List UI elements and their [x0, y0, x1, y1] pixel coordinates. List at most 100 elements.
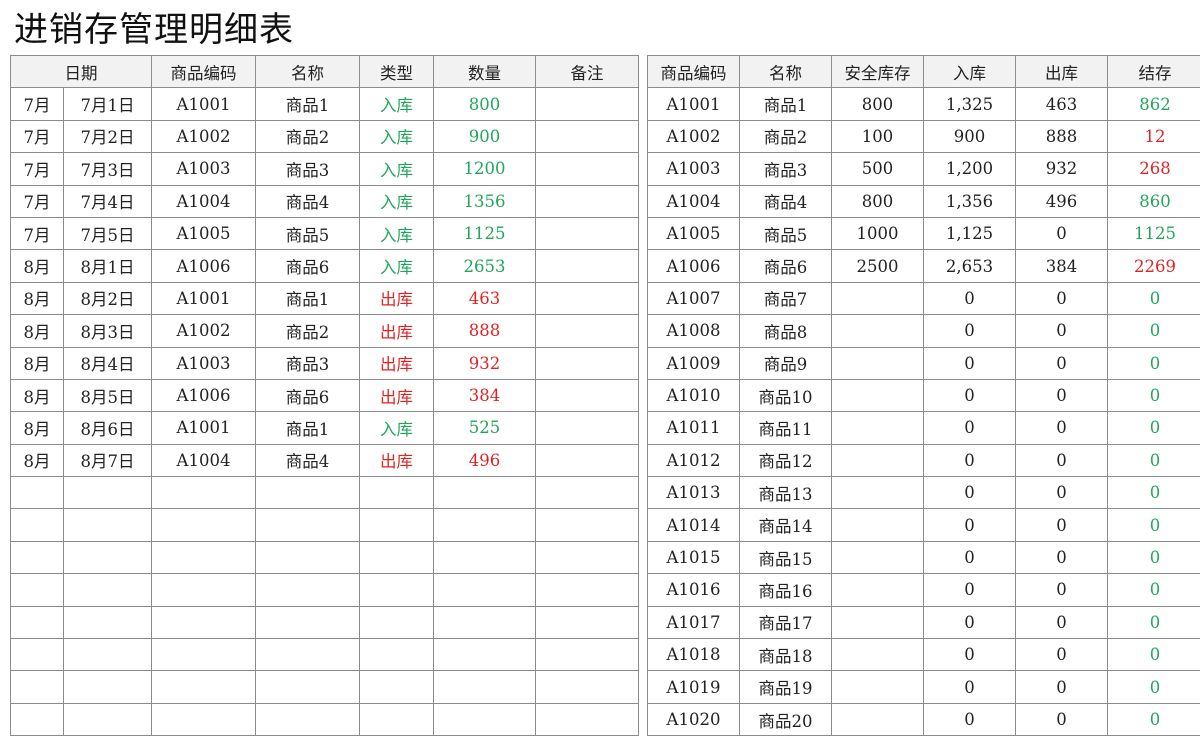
- type-cell[interactable]: 出库: [359, 346, 434, 380]
- type-cell[interactable]: 出库: [359, 378, 434, 413]
- product-code-cell[interactable]: A1003: [647, 152, 740, 186]
- product-code-cell[interactable]: [151, 605, 256, 640]
- stock-out-cell[interactable]: 0: [1015, 702, 1108, 736]
- month-cell[interactable]: 8月: [10, 281, 64, 316]
- name-cell[interactable]: 商品4: [739, 184, 832, 218]
- name-cell[interactable]: 商品16: [739, 573, 832, 607]
- name-cell[interactable]: 商品1: [255, 281, 360, 316]
- header-stock-out[interactable]: 出库: [1015, 54, 1108, 89]
- type-cell[interactable]: [359, 605, 434, 640]
- quantity-cell[interactable]: [433, 702, 536, 736]
- header-name[interactable]: 名称: [255, 54, 360, 89]
- date-cell[interactable]: 8月5日: [63, 378, 152, 413]
- product-code-cell[interactable]: A1007: [647, 281, 740, 316]
- quantity-cell[interactable]: 1200: [433, 152, 536, 186]
- remark-cell[interactable]: [535, 184, 639, 218]
- stock-in-cell[interactable]: 0: [923, 411, 1016, 445]
- remark-cell[interactable]: [535, 573, 639, 607]
- safety-stock-cell[interactable]: 1000: [831, 216, 924, 251]
- stock-in-cell[interactable]: 0: [923, 443, 1016, 478]
- stock-out-cell[interactable]: 0: [1015, 573, 1108, 607]
- month-cell[interactable]: [10, 508, 64, 542]
- name-cell[interactable]: [255, 573, 360, 607]
- quantity-cell[interactable]: 496: [433, 443, 536, 478]
- quantity-cell[interactable]: 463: [433, 281, 536, 316]
- stock-out-cell[interactable]: 0: [1015, 411, 1108, 445]
- product-code-cell[interactable]: [151, 638, 256, 672]
- stock-out-cell[interactable]: 0: [1015, 508, 1108, 542]
- header-balance[interactable]: 结存: [1107, 54, 1200, 89]
- remark-cell[interactable]: [535, 443, 639, 478]
- product-code-cell[interactable]: A1002: [647, 119, 740, 154]
- stock-out-cell[interactable]: 0: [1015, 314, 1108, 348]
- remark-cell[interactable]: [535, 119, 639, 154]
- safety-stock-cell[interactable]: [831, 540, 924, 575]
- name-cell[interactable]: 商品6: [255, 249, 360, 283]
- header-product-code[interactable]: 商品编码: [647, 54, 740, 89]
- product-code-cell[interactable]: A1002: [151, 119, 256, 154]
- stock-out-cell[interactable]: 0: [1015, 476, 1108, 510]
- name-cell[interactable]: 商品2: [255, 314, 360, 348]
- remark-cell[interactable]: [535, 281, 639, 316]
- product-code-cell[interactable]: A1018: [647, 638, 740, 672]
- remark-cell[interactable]: [535, 670, 639, 704]
- product-code-cell[interactable]: A1020: [647, 702, 740, 736]
- month-cell[interactable]: [10, 702, 64, 736]
- date-cell[interactable]: [63, 605, 152, 640]
- balance-cell[interactable]: 0: [1107, 314, 1200, 348]
- safety-stock-cell[interactable]: [831, 378, 924, 413]
- date-cell[interactable]: 7月2日: [63, 119, 152, 154]
- name-cell[interactable]: 商品1: [739, 87, 832, 121]
- type-cell[interactable]: 入库: [359, 411, 434, 445]
- remark-cell[interactable]: [535, 476, 639, 510]
- date-cell[interactable]: 8月6日: [63, 411, 152, 445]
- safety-stock-cell[interactable]: 800: [831, 87, 924, 121]
- balance-cell[interactable]: 0: [1107, 476, 1200, 510]
- quantity-cell[interactable]: 932: [433, 346, 536, 380]
- name-cell[interactable]: 商品1: [255, 87, 360, 121]
- product-code-cell[interactable]: [151, 573, 256, 607]
- balance-cell[interactable]: 0: [1107, 605, 1200, 640]
- safety-stock-cell[interactable]: 500: [831, 152, 924, 186]
- balance-cell[interactable]: 0: [1107, 508, 1200, 542]
- product-code-cell[interactable]: [151, 540, 256, 575]
- stock-out-cell[interactable]: 0: [1015, 281, 1108, 316]
- balance-cell[interactable]: 2269: [1107, 249, 1200, 283]
- name-cell[interactable]: [255, 605, 360, 640]
- date-cell[interactable]: [63, 476, 152, 510]
- safety-stock-cell[interactable]: [831, 638, 924, 672]
- product-code-cell[interactable]: [151, 508, 256, 542]
- name-cell[interactable]: 商品13: [739, 476, 832, 510]
- header-remark[interactable]: 备注: [535, 54, 639, 89]
- balance-cell[interactable]: 0: [1107, 346, 1200, 380]
- quantity-cell[interactable]: 1125: [433, 216, 536, 251]
- balance-cell[interactable]: 862: [1107, 87, 1200, 121]
- name-cell[interactable]: 商品4: [255, 443, 360, 478]
- remark-cell[interactable]: [535, 152, 639, 186]
- type-cell[interactable]: 入库: [359, 184, 434, 218]
- name-cell[interactable]: 商品18: [739, 638, 832, 672]
- remark-cell[interactable]: [535, 605, 639, 640]
- name-cell[interactable]: [255, 638, 360, 672]
- stock-out-cell[interactable]: 496: [1015, 184, 1108, 218]
- month-cell[interactable]: 7月: [10, 184, 64, 218]
- type-cell[interactable]: [359, 540, 434, 575]
- name-cell[interactable]: 商品3: [255, 346, 360, 380]
- product-code-cell[interactable]: A1017: [647, 605, 740, 640]
- header-date[interactable]: 日期: [10, 54, 152, 89]
- date-cell[interactable]: [63, 638, 152, 672]
- product-code-cell[interactable]: A1008: [647, 314, 740, 348]
- stock-out-cell[interactable]: 0: [1015, 443, 1108, 478]
- name-cell[interactable]: 商品12: [739, 443, 832, 478]
- month-cell[interactable]: 7月: [10, 119, 64, 154]
- date-cell[interactable]: [63, 573, 152, 607]
- product-code-cell[interactable]: A1014: [647, 508, 740, 542]
- safety-stock-cell[interactable]: [831, 702, 924, 736]
- month-cell[interactable]: [10, 573, 64, 607]
- type-cell[interactable]: 入库: [359, 119, 434, 154]
- product-code-cell[interactable]: A1005: [151, 216, 256, 251]
- name-cell[interactable]: 商品17: [739, 605, 832, 640]
- type-cell[interactable]: [359, 702, 434, 736]
- quantity-cell[interactable]: [433, 605, 536, 640]
- month-cell[interactable]: [10, 670, 64, 704]
